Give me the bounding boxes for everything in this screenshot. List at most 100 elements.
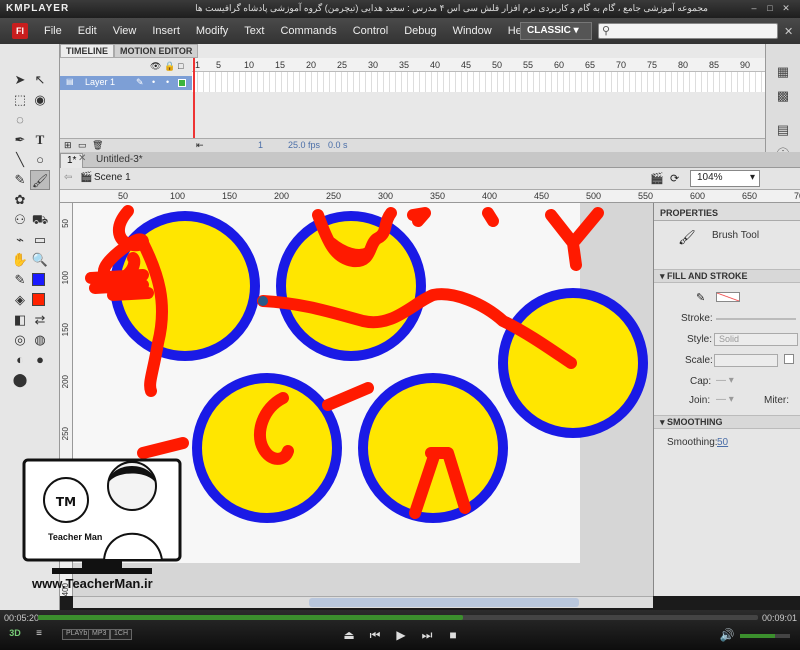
scale-select[interactable] (714, 354, 778, 367)
stroke-color-swatch[interactable] (32, 273, 45, 286)
menu-debug[interactable]: Debug (396, 25, 444, 37)
object-drawing-icon[interactable]: ◎ (10, 330, 30, 350)
line-icon[interactable]: ╲ (10, 150, 30, 170)
menu-commands[interactable]: Commands (272, 25, 344, 37)
tab-timeline[interactable]: TIMELINE (60, 44, 114, 58)
app-close-icon[interactable]: ✕ (784, 25, 793, 38)
menu-text[interactable]: Text (236, 25, 272, 37)
volume-slider[interactable] (740, 634, 790, 638)
brush-size-icon[interactable]: ● (30, 350, 50, 370)
stroke-slider[interactable] (716, 318, 796, 320)
volume-icon[interactable]: 🔊 (718, 628, 736, 642)
new-folder-icon[interactable]: ▭ (78, 140, 87, 151)
style-select[interactable]: Solid (714, 333, 798, 346)
lock-icon[interactable]: 🔒 (164, 61, 175, 72)
zoom-select[interactable]: 104% ▾ (690, 170, 760, 187)
video-title: مجموعه آموزشی جامع ، گام به گام و کاربرد… (195, 3, 708, 13)
help-search-input[interactable]: ⚲ (598, 23, 778, 39)
menu-window[interactable]: Window (445, 25, 500, 37)
zoom-icon[interactable]: 🔍 (30, 250, 50, 270)
frame-number: 5 (216, 60, 222, 70)
tool-name: Brush Tool (712, 230, 760, 241)
bone-icon[interactable]: ⚇ (10, 210, 30, 230)
minimize-icon[interactable]: – (748, 3, 760, 14)
frame-ruler[interactable]: 1 5 10 15 20 25 30 35 40 45 50 55 60 65 … (192, 58, 765, 72)
paint-bucket-icon[interactable]: ⛟ (30, 210, 50, 230)
delete-layer-icon[interactable]: 🗑 (92, 140, 103, 151)
maximize-icon[interactable]: □ (764, 3, 776, 14)
pencil-icon[interactable]: ✎ (10, 170, 30, 190)
menu-icon[interactable]: ≡ (30, 628, 48, 639)
new-layer-icon[interactable]: ⊞ (64, 140, 72, 151)
swap-colors-icon[interactable]: ⇄ (30, 310, 50, 330)
eject-icon[interactable]: ⏏ (340, 628, 358, 642)
cap-select[interactable]: — ▾ (716, 375, 734, 386)
fill-stroke-section[interactable]: ▾ FILL AND STROKE (654, 269, 800, 283)
edit-scene-icon[interactable]: 🎬 (650, 172, 664, 185)
oval-icon[interactable]: ○ (30, 150, 50, 170)
3d-rotation-icon[interactable]: ◉ (30, 90, 50, 110)
outline-icon[interactable]: □ (178, 61, 183, 71)
eye-icon[interactable]: 👁 (150, 61, 161, 72)
brush-shape-icon[interactable]: ⬤ (10, 370, 30, 390)
menu-modify[interactable]: Modify (188, 25, 236, 37)
close-icon[interactable]: ✕ (780, 3, 792, 14)
frames-grid[interactable] (192, 72, 765, 92)
frame-number: 35 (399, 60, 410, 70)
center-frame-icon[interactable]: ⇤ (196, 140, 204, 151)
doc-tab-untitled-3[interactable]: Untitled-3* (90, 153, 149, 168)
stroke-none-swatch[interactable] (716, 292, 740, 302)
menu-edit[interactable]: Edit (70, 25, 105, 37)
ruler-tick: 250 (326, 191, 342, 201)
smoothing-section[interactable]: ▾ SMOOTHING (654, 415, 800, 429)
close-tab-icon[interactable]: ✕ (78, 153, 86, 164)
elapsed-time: 0.0 s (328, 140, 348, 150)
lasso-icon[interactable]: ◌ (10, 110, 30, 130)
rewind-icon[interactable]: ⏮ (366, 628, 384, 643)
stop-icon[interactable]: ■ (444, 628, 462, 642)
smoothing-value[interactable]: 50 (717, 437, 728, 448)
brush-icon[interactable]: 🖌 (30, 170, 50, 190)
subselection-icon[interactable]: ↖ (30, 70, 50, 90)
pen-icon[interactable]: ✒ (10, 130, 30, 150)
menu-view[interactable]: View (105, 25, 145, 37)
layer-row[interactable]: ▤ Layer 1 ✎ • • (60, 76, 192, 90)
swatches-panel-icon[interactable]: ▩ (773, 88, 793, 106)
layer-name[interactable]: Layer 1 (85, 77, 115, 87)
deco-icon[interactable]: ✿ (10, 190, 30, 210)
seek-bar[interactable] (38, 615, 758, 620)
edit-symbol-icon[interactable]: ⟳ (670, 172, 679, 185)
brush-stroke (407, 207, 431, 227)
selection-icon[interactable]: ➤ (10, 70, 30, 90)
menu-file[interactable]: File (36, 25, 70, 37)
lock-fill-icon[interactable]: ◍ (30, 330, 50, 350)
stage-scrollbar[interactable] (73, 596, 653, 608)
hand-icon[interactable]: ✋ (10, 250, 30, 270)
hinting-checkbox[interactable] (784, 354, 794, 364)
black-white-icon[interactable]: ◧ (10, 310, 30, 330)
stroke-color-icon[interactable]: ✎ (696, 291, 705, 304)
ruler-tick: 250 (61, 427, 70, 441)
play-icon[interactable]: ▶ (392, 628, 410, 642)
eyedropper-icon[interactable]: ⌁ (10, 230, 30, 250)
workspace-switcher[interactable]: CLASSIC ▾ (520, 22, 592, 40)
frame-rate[interactable]: 25.0 fps (288, 140, 320, 150)
scrollbar-thumb[interactable] (309, 598, 579, 607)
menu-insert[interactable]: Insert (144, 25, 188, 37)
layer-color-box[interactable] (178, 79, 186, 87)
menu-control[interactable]: Control (345, 25, 396, 37)
join-select[interactable]: — ▾ (716, 394, 734, 405)
eraser-icon[interactable]: ▭ (30, 230, 50, 250)
color-panel-icon[interactable]: ▦ (773, 64, 793, 82)
teacherman-watermark: TM Teacher Man www.TeacherMan.ir (22, 440, 182, 600)
brush-mode-icon[interactable]: ◐ (10, 350, 30, 370)
3d-icon[interactable]: 3D (6, 628, 24, 638)
frame-number: 60 (554, 60, 565, 70)
back-arrow-icon[interactable]: ⇦ (64, 172, 72, 183)
forward-icon[interactable]: ⏭ (418, 628, 436, 643)
fill-color-swatch[interactable] (32, 293, 45, 306)
free-transform-icon[interactable]: ⬚ (10, 90, 30, 110)
tab-motion-editor[interactable]: MOTION EDITOR (114, 44, 199, 58)
text-icon[interactable]: T (30, 130, 50, 150)
align-panel-icon[interactable]: ▤ (773, 122, 793, 140)
